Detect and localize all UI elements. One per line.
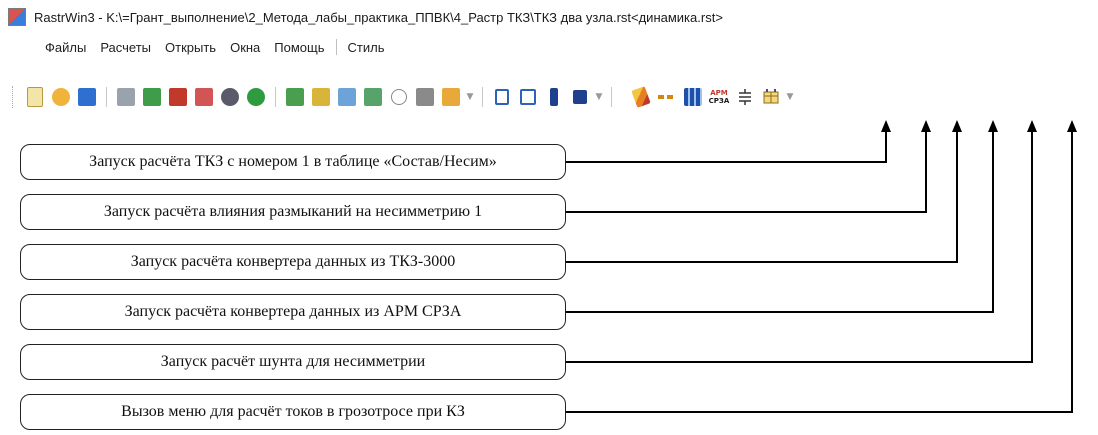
connector-arrows — [566, 120, 1077, 413]
arrow-shunt-calc — [566, 120, 1037, 363]
arrow-arm-srza-converter — [566, 120, 998, 313]
arrow-tkz3000-converter — [566, 120, 962, 263]
arrow-grozotros-menu — [566, 120, 1077, 413]
arrow-break-influence — [566, 120, 931, 213]
arrow-tkz-calc — [566, 120, 891, 163]
